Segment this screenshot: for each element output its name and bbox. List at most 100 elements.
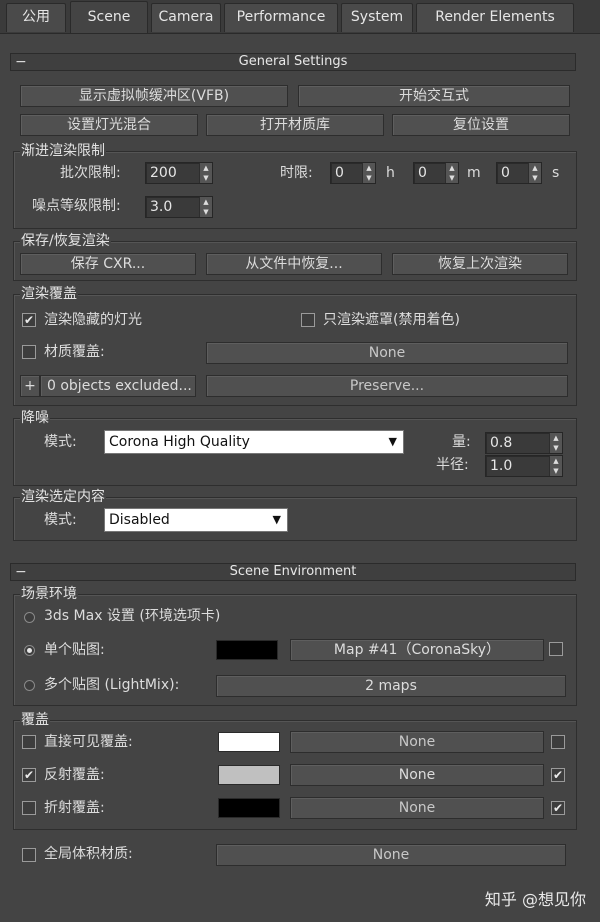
tab-camera[interactable]: Camera (151, 3, 221, 32)
refraction-override-label: 折射覆盖: (44, 800, 105, 816)
reflection-override-label: 反射覆盖: (44, 767, 105, 783)
scene-environment-title: Scene Environment (229, 564, 357, 579)
spinner-arrows-icon[interactable]: ▲ ▼ (199, 197, 212, 217)
minutes-unit: m (467, 165, 481, 181)
mask-only-label: 只渲染遮罩(禁用着色) (323, 312, 460, 328)
env-single-map-swatch[interactable] (216, 640, 278, 660)
material-override-slot[interactable]: None (206, 342, 568, 364)
minutes-spinner[interactable]: 0 ▲ ▼ (413, 162, 459, 184)
tab-performance[interactable]: Performance (224, 3, 338, 32)
seconds-unit: s (552, 165, 560, 181)
hours-spinner[interactable]: 0 ▲ ▼ (330, 162, 376, 184)
reflection-map-button[interactable]: None (290, 764, 544, 786)
env-single-map-label: 单个贴图: (44, 642, 105, 658)
scene-environment-header[interactable]: − Scene Environment (10, 563, 576, 581)
denoise-mode-select[interactable]: Corona High Quality ▼ (104, 430, 404, 454)
watermark: 知乎 @想见你 (484, 890, 586, 909)
denoise-radius-label: 半径: (436, 457, 469, 473)
denoise-amount-value: 0.8 (490, 435, 513, 451)
refraction-color-swatch[interactable] (218, 798, 280, 818)
direct-visibility-override-label: 直接可见覆盖: (44, 734, 133, 750)
environment-overrides-label: 覆盖 (20, 711, 50, 729)
env-multi-map-label: 多个贴图 (LightMix): (44, 677, 180, 693)
render-selected-mode-select[interactable]: Disabled ▼ (104, 508, 288, 532)
global-volume-label: 全局体积材质: (44, 846, 133, 862)
save-cxr-button[interactable]: 保存 CXR... (20, 253, 196, 275)
restore-last-render-button[interactable]: 恢复上次渲染 (392, 253, 568, 275)
setup-lightmix-button[interactable]: 设置灯光混合 (20, 114, 198, 136)
render-hidden-lights-checkbox[interactable]: ✔ (22, 313, 36, 327)
render-override-label: 渲染覆盖 (20, 285, 78, 303)
direct-visibility-override-checkbox[interactable] (22, 735, 36, 749)
save-restore-label: 保存/恢复渲染 (20, 232, 111, 250)
tab-common[interactable]: 公用 (6, 3, 66, 32)
env-max-radio[interactable] (24, 612, 35, 623)
hours-value: 0 (335, 165, 344, 181)
env-multi-maps-button[interactable]: 2 maps (216, 675, 566, 697)
chevron-down-icon[interactable]: ▼ (273, 509, 281, 531)
spinner-arrows-icon[interactable]: ▲ ▼ (199, 163, 212, 183)
noise-limit-spinner[interactable]: 3.0 ▲ ▼ (145, 196, 213, 218)
render-selected-mode-label: 模式: (44, 512, 77, 528)
start-interactive-button[interactable]: 开始交互式 (298, 85, 570, 107)
direct-visibility-color-swatch[interactable] (218, 732, 280, 752)
pass-limit-label: 批次限制: (60, 165, 121, 181)
denoise-mode-label: 模式: (44, 434, 77, 450)
global-volume-checkbox[interactable] (22, 848, 36, 862)
hours-unit: h (386, 165, 395, 181)
tab-scene[interactable]: Scene (70, 1, 148, 34)
mask-only-checkbox[interactable] (301, 313, 315, 327)
reflection-map-checkbox[interactable]: ✔ (551, 768, 565, 782)
refraction-map-checkbox[interactable]: ✔ (551, 801, 565, 815)
spinner-arrows-icon[interactable]: ▲ ▼ (549, 456, 562, 476)
spinner-arrows-icon[interactable]: ▲ ▼ (549, 433, 562, 453)
direct-visibility-map-button[interactable]: None (290, 731, 544, 753)
refraction-map-button[interactable]: None (290, 797, 544, 819)
seconds-spinner[interactable]: 0 ▲ ▼ (496, 162, 542, 184)
reflection-override-checkbox[interactable]: ✔ (22, 768, 36, 782)
render-selected-label: 渲染选定内容 (20, 488, 106, 506)
spinner-arrows-icon[interactable]: ▲ ▼ (445, 163, 458, 183)
render-hidden-lights-label: 渲染隐藏的灯光 (44, 312, 142, 328)
direct-visibility-map-checkbox[interactable] (551, 735, 565, 749)
render-selected-mode-value: Disabled (109, 512, 170, 528)
material-override-checkbox[interactable] (22, 345, 36, 359)
restore-from-file-button[interactable]: 从文件中恢复... (206, 253, 382, 275)
env-multi-map-radio[interactable] (24, 680, 35, 691)
seconds-value: 0 (501, 165, 510, 181)
preserve-button[interactable]: Preserve... (206, 375, 568, 397)
env-single-map-radio[interactable] (24, 645, 35, 656)
env-single-map-checkbox[interactable] (549, 642, 563, 656)
time-limit-label: 时限: (280, 165, 313, 181)
denoise-label: 降噪 (20, 409, 50, 427)
progressive-limits-label: 渐进渲染限制 (20, 142, 106, 160)
excluded-objects-button[interactable]: 0 objects excluded... (40, 375, 196, 397)
collapse-icon[interactable]: − (15, 564, 27, 580)
tab-system[interactable]: System (341, 3, 413, 32)
reflection-color-swatch[interactable] (218, 765, 280, 785)
minutes-value: 0 (418, 165, 427, 181)
denoise-radius-value: 1.0 (490, 458, 513, 474)
noise-limit-label: 噪点等级限制: (32, 198, 121, 214)
show-vfb-button[interactable]: 显示虚拟帧缓冲区(VFB) (20, 85, 288, 107)
chevron-down-icon[interactable]: ▼ (389, 431, 397, 453)
pass-limit-spinner[interactable]: 200 ▲ ▼ (145, 162, 213, 184)
denoise-mode-value: Corona High Quality (109, 434, 250, 450)
spinner-arrows-icon[interactable]: ▲ ▼ (528, 163, 541, 183)
collapse-icon[interactable]: − (15, 54, 27, 70)
open-material-library-button[interactable]: 打开材质库 (206, 114, 384, 136)
tab-render-elements[interactable]: Render Elements (416, 3, 574, 32)
tab-divider (0, 33, 600, 34)
env-single-map-button[interactable]: Map #41（CoronaSky） (290, 639, 544, 661)
global-volume-material-button[interactable]: None (216, 844, 566, 866)
general-settings-header[interactable]: − General Settings (10, 53, 576, 71)
tab-bar: 公用 Scene Camera Performance System Rende… (0, 0, 600, 34)
refraction-override-checkbox[interactable] (22, 801, 36, 815)
spinner-arrows-icon[interactable]: ▲ ▼ (362, 163, 375, 183)
denoise-amount-spinner[interactable]: 0.8 ▲ ▼ (485, 432, 563, 454)
denoise-radius-spinner[interactable]: 1.0 ▲ ▼ (485, 455, 563, 477)
add-excluded-button[interactable]: + (20, 375, 40, 397)
reset-settings-button[interactable]: 复位设置 (392, 114, 570, 136)
pass-limit-value: 200 (150, 165, 177, 181)
scene-environment-label: 场景环境 (20, 585, 78, 603)
